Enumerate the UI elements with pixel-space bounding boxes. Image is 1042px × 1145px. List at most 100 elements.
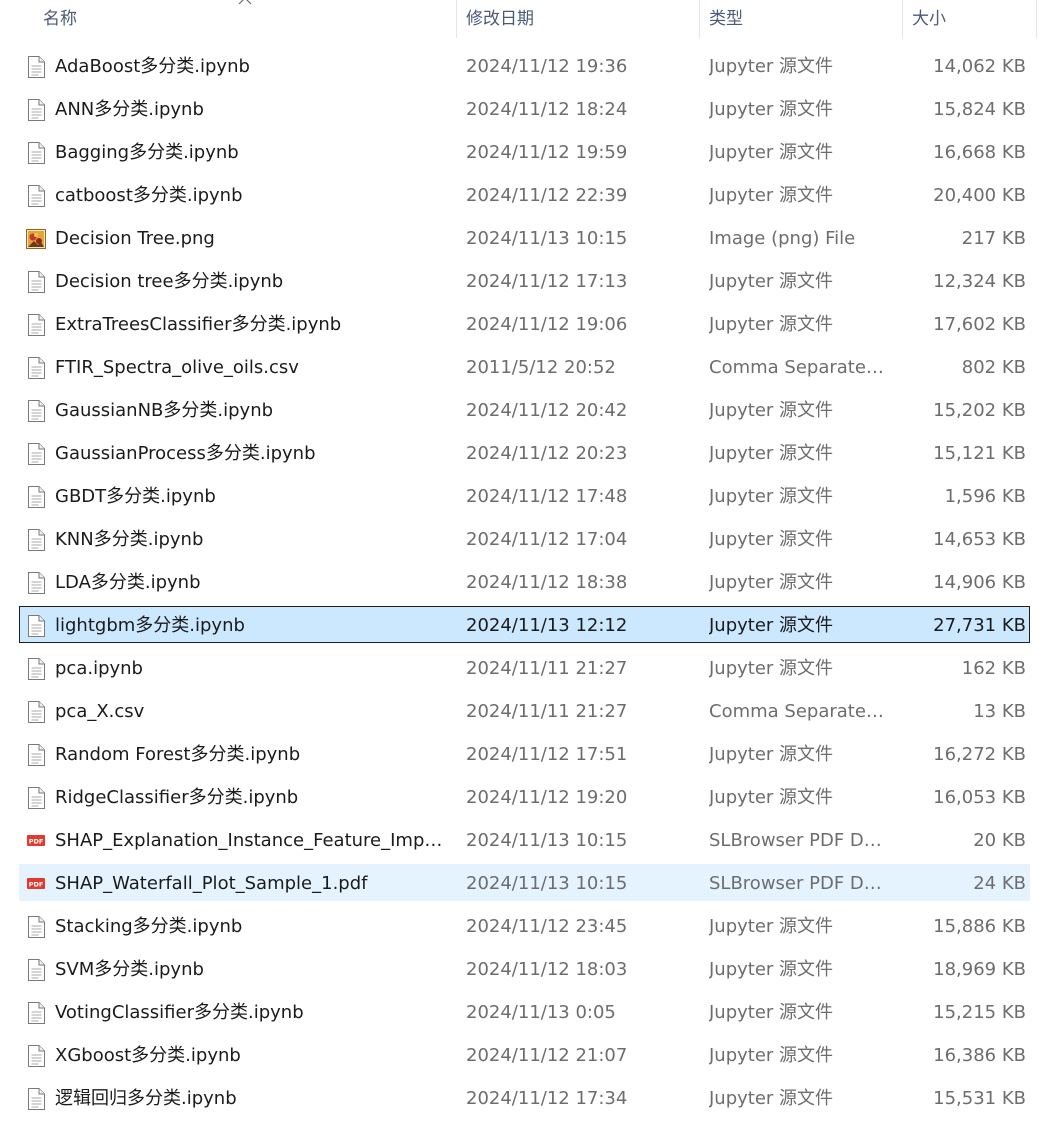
column-header: 名称 修改日期 类型 大小 <box>0 0 1042 38</box>
file-row[interactable]: GaussianNB多分类.ipynb 2024/11/12 20:42 Jupyt… <box>0 389 1042 432</box>
pdf-icon: PDF <box>26 873 46 895</box>
file-modified-date: 2024/11/12 17:51 <box>466 744 628 765</box>
file-name: Random Forest多分类.ipynb <box>55 744 301 765</box>
file-modified-date: 2024/11/12 19:20 <box>466 787 628 808</box>
file-name: LDA多分类.ipynb <box>55 572 201 593</box>
file-size: 14,906 KB <box>933 572 1026 593</box>
column-divider[interactable] <box>456 0 457 38</box>
file-type: Jupyter 源文件 <box>709 529 834 550</box>
file-name: SHAP_Waterfall_Plot_Sample_1.pdf <box>55 873 368 894</box>
file-name: ExtraTreesClassifier多分类.ipynb <box>55 314 342 335</box>
svg-text:PDF: PDF <box>29 881 44 889</box>
file-name: AdaBoost多分类.ipynb <box>55 56 250 77</box>
file-name: GaussianProcess多分类.ipynb <box>55 443 316 464</box>
file-modified-date: 2024/11/12 18:03 <box>466 959 628 980</box>
file-name: Bagging多分类.ipynb <box>55 142 239 163</box>
file-name: XGboost多分类.ipynb <box>55 1045 241 1066</box>
file-name: GBDT多分类.ipynb <box>55 486 216 507</box>
file-row[interactable]: PDF SHAP_Waterfall_Plot_Sample_1.pdf 2024/… <box>0 862 1042 905</box>
file-name: SVM多分类.ipynb <box>55 959 204 980</box>
file-row[interactable]: XGboost多分类.ipynb 2024/11/12 21:07 Jupyter … <box>0 1034 1042 1077</box>
file-row[interactable]: VotingClassifier多分类.ipynb 2024/11/13 0:05… <box>0 991 1042 1034</box>
file-modified-date: 2024/11/12 17:04 <box>466 529 628 550</box>
document-icon <box>26 357 46 379</box>
file-row[interactable]: SVM多分类.ipynb 2024/11/12 18:03 Jupyter 源文件 1… <box>0 948 1042 991</box>
file-modified-date: 2024/11/12 17:13 <box>466 271 628 292</box>
document-icon <box>26 744 46 766</box>
file-row[interactable]: pca_X.csv 2024/11/11 21:27 Comma Separated… <box>0 690 1042 733</box>
file-size: 162 KB <box>961 658 1026 679</box>
file-row[interactable]: LDA多分类.ipynb 2024/11/12 18:38 Jupyter 源文件 1… <box>0 561 1042 604</box>
file-list: AdaBoost多分类.ipynb 2024/11/12 19:36 Jupyter… <box>0 45 1042 1120</box>
file-row[interactable]: catboost多分类.ipynb 2024/11/12 22:39 Jupyter… <box>0 174 1042 217</box>
file-name: 逻辑回归多分类.ipynb <box>55 1088 237 1109</box>
file-row[interactable]: RidgeClassifier多分类.ipynb 2024/11/12 19:20… <box>0 776 1042 819</box>
file-size: 20 KB <box>973 830 1026 851</box>
file-name: SHAP_Explanation_Instance_Feature_Import… <box>55 830 447 851</box>
file-modified-date: 2024/11/13 10:15 <box>466 873 628 894</box>
file-row[interactable]: lightgbm多分类.ipynb 2024/11/13 12:12 Jupyter… <box>0 604 1042 647</box>
file-row[interactable]: pca.ipynb 2024/11/11 21:27 Jupyter 源文件 162 … <box>0 647 1042 690</box>
file-row[interactable]: GaussianProcess多分类.ipynb 2024/11/12 20:23… <box>0 432 1042 475</box>
file-row[interactable]: Decision tree多分类.ipynb 2024/11/12 17:13 Ju… <box>0 260 1042 303</box>
file-type: Jupyter 源文件 <box>709 185 834 206</box>
file-name: lightgbm多分类.ipynb <box>55 615 245 636</box>
document-icon <box>26 1002 46 1024</box>
file-row[interactable]: AdaBoost多分类.ipynb 2024/11/12 19:36 Jupyter… <box>0 45 1042 88</box>
file-modified-date: 2024/11/11 21:27 <box>466 658 628 679</box>
file-type: Jupyter 源文件 <box>709 486 834 507</box>
file-type: Image (png) File <box>709 228 856 249</box>
file-type: Jupyter 源文件 <box>709 615 834 636</box>
column-header-size[interactable]: 大小 <box>912 0 1022 38</box>
file-modified-date: 2011/5/12 20:52 <box>466 357 616 378</box>
file-row[interactable]: KNN多分类.ipynb 2024/11/12 17:04 Jupyter 源文件 1… <box>0 518 1042 561</box>
file-modified-date: 2024/11/12 17:34 <box>466 1088 628 1109</box>
file-row[interactable]: PDF SHAP_Explanation_Instance_Feature_Imp… <box>0 819 1042 862</box>
file-type: Jupyter 源文件 <box>709 1088 834 1109</box>
file-size: 20,400 KB <box>933 185 1026 206</box>
file-row[interactable]: 逻辑回归多分类.ipynb 2024/11/12 17:34 Jupyter 源文件… <box>0 1077 1042 1120</box>
file-modified-date: 2024/11/12 23:45 <box>466 916 628 937</box>
document-icon <box>26 529 46 551</box>
file-row[interactable]: Decision Tree.png 2024/11/13 10:15 Image (… <box>0 217 1042 260</box>
file-size: 802 KB <box>961 357 1026 378</box>
file-size: 24 KB <box>973 873 1026 894</box>
file-type: Comma Separated ... <box>709 357 891 378</box>
file-modified-date: 2024/11/12 20:42 <box>466 400 628 421</box>
file-type: Jupyter 源文件 <box>709 787 834 808</box>
pdf-icon: PDF <box>26 830 46 852</box>
document-icon <box>26 1088 46 1110</box>
file-modified-date: 2024/11/13 0:05 <box>466 1002 616 1023</box>
file-row[interactable]: Stacking多分类.ipynb 2024/11/12 23:45 Jupyter… <box>0 905 1042 948</box>
file-modified-date: 2024/11/13 12:12 <box>466 615 628 636</box>
column-divider[interactable] <box>1036 0 1037 38</box>
file-modified-date: 2024/11/12 17:48 <box>466 486 628 507</box>
file-size: 16,053 KB <box>933 787 1026 808</box>
document-icon <box>26 701 46 723</box>
file-name: GaussianNB多分类.ipynb <box>55 400 274 421</box>
file-row[interactable]: FTIR_Spectra_olive_oils.csv 2011/5/12 20:… <box>0 346 1042 389</box>
file-row[interactable]: ANN多分类.ipynb 2024/11/12 18:24 Jupyter 源文件 1… <box>0 88 1042 131</box>
file-row[interactable]: ExtraTreesClassifier多分类.ipynb 2024/11/12 … <box>0 303 1042 346</box>
document-icon <box>26 400 46 422</box>
column-header-modified[interactable]: 修改日期 <box>466 0 686 38</box>
file-name: catboost多分类.ipynb <box>55 185 243 206</box>
file-modified-date: 2024/11/12 22:39 <box>466 185 628 206</box>
column-divider[interactable] <box>699 0 700 38</box>
file-type: Jupyter 源文件 <box>709 658 834 679</box>
file-type: Jupyter 源文件 <box>709 271 834 292</box>
file-size: 217 KB <box>961 228 1026 249</box>
file-type: Jupyter 源文件 <box>709 744 834 765</box>
file-row[interactable]: Random Forest多分类.ipynb 2024/11/12 17:51 Ju… <box>0 733 1042 776</box>
file-row[interactable]: Bagging多分类.ipynb 2024/11/12 19:59 Jupyter … <box>0 131 1042 174</box>
file-type: Jupyter 源文件 <box>709 99 834 120</box>
column-header-type[interactable]: 类型 <box>709 0 889 38</box>
document-icon <box>26 56 46 78</box>
file-row[interactable]: GBDT多分类.ipynb 2024/11/12 17:48 Jupyter 源文件… <box>0 475 1042 518</box>
file-name: VotingClassifier多分类.ipynb <box>55 1002 304 1023</box>
column-header-name[interactable]: 名称 <box>43 0 443 38</box>
file-size: 13 KB <box>973 701 1026 722</box>
column-divider[interactable] <box>902 0 903 38</box>
document-icon <box>26 1045 46 1067</box>
image-icon <box>26 228 46 250</box>
